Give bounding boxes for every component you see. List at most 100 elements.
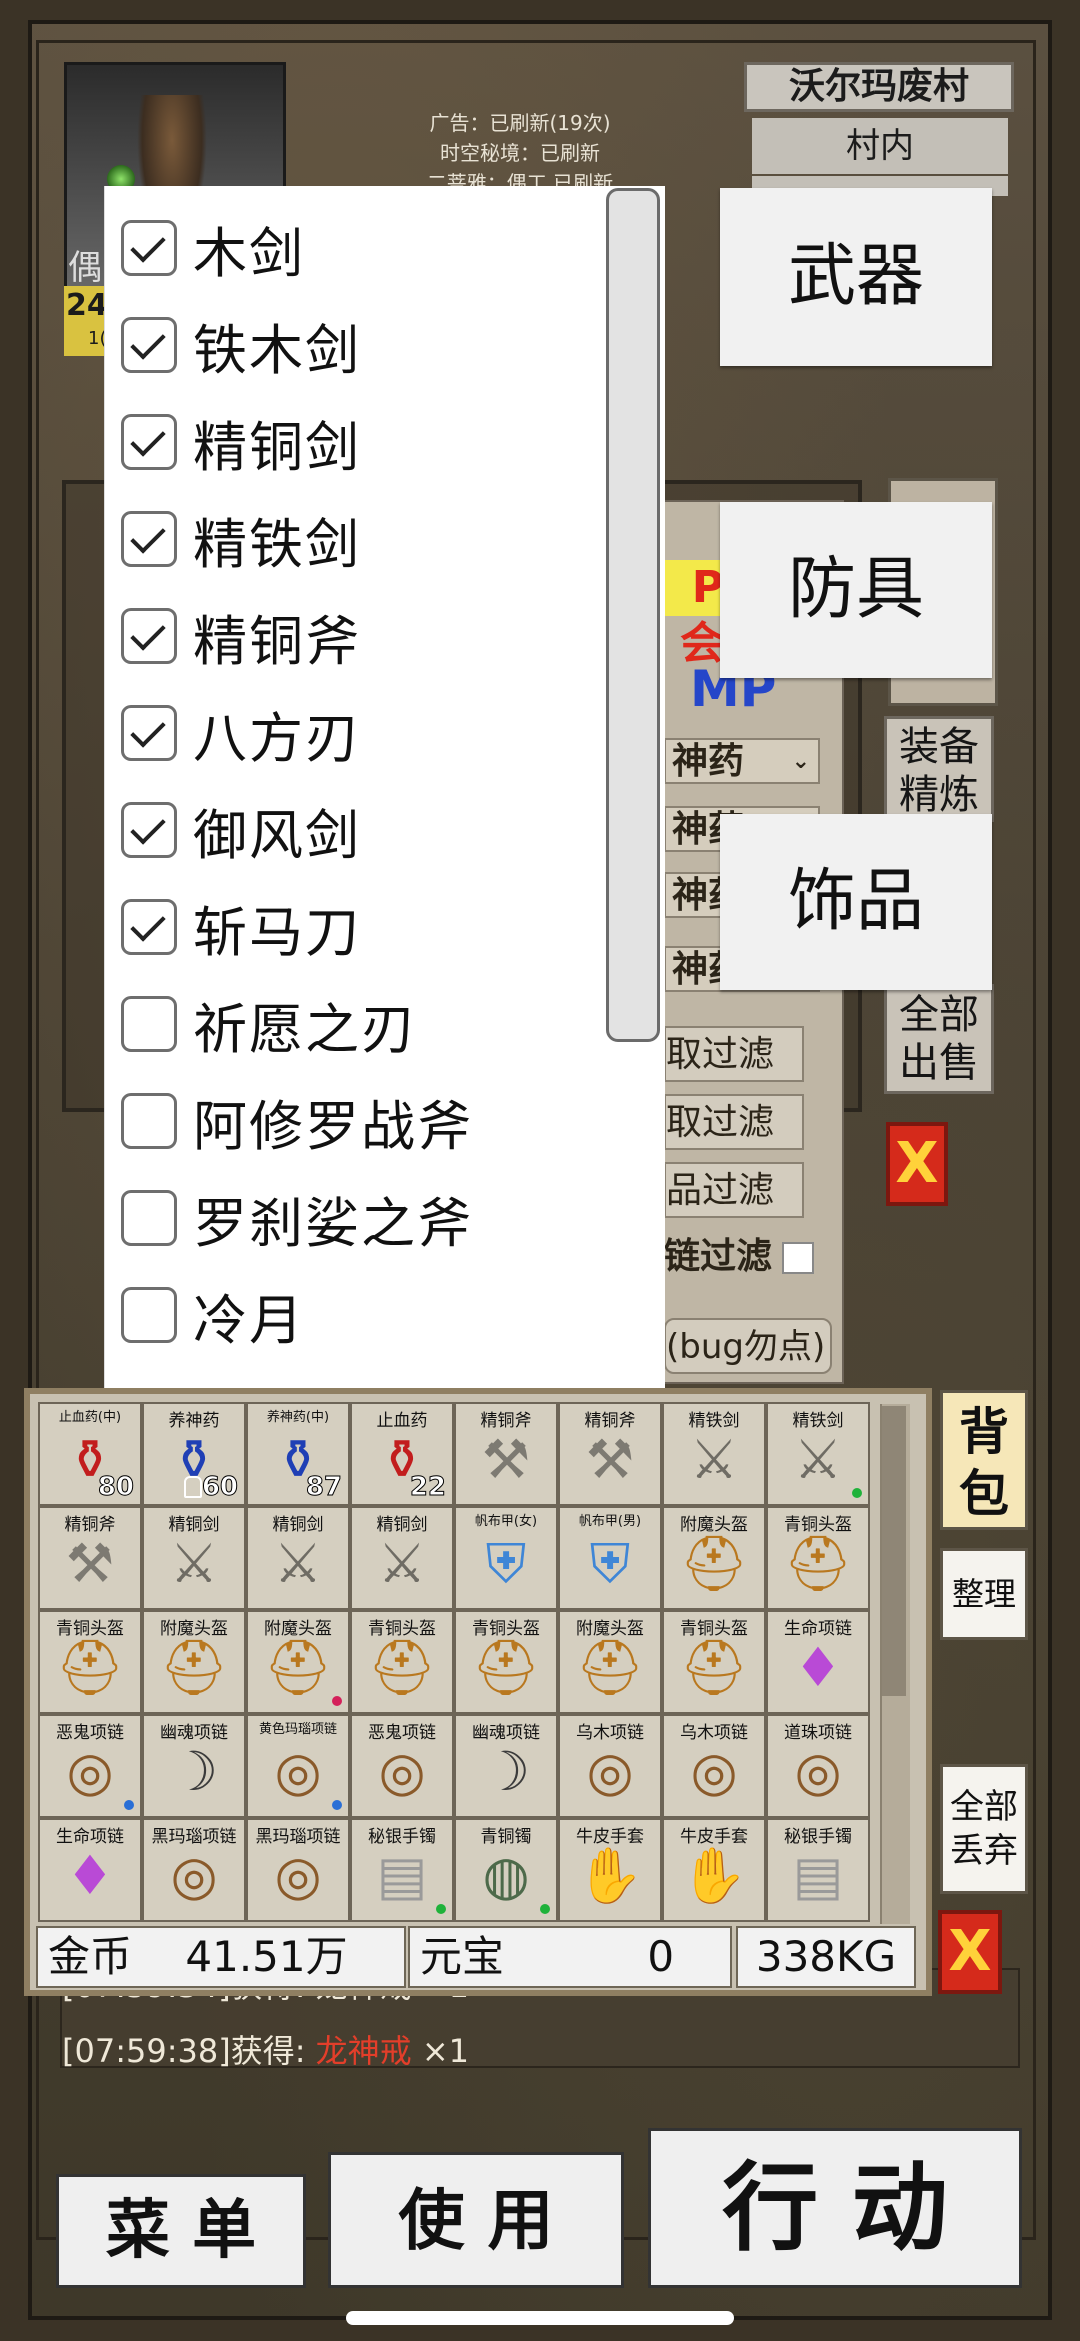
inventory-slot[interactable]: 青铜头盔 ⛑ (38, 1610, 142, 1714)
inventory-slot[interactable]: 精铜剑 ⚔ (246, 1506, 350, 1610)
inventory-slot[interactable]: 黑玛瑙项链 ◎ (246, 1818, 350, 1922)
category-accessory-button[interactable]: 饰品 (720, 814, 992, 990)
sublocation-button[interactable]: 村内 (752, 118, 1008, 174)
inventory-slot[interactable]: 附魔头盔 ⛑ (142, 1610, 246, 1714)
inventory-slot[interactable]: 恶鬼项链 ◎ (38, 1714, 142, 1818)
inventory-slot[interactable]: 养神药(中) ⚱ 87 (246, 1402, 350, 1506)
inventory-slot[interactable]: 生命项链 ♦ (38, 1818, 142, 1922)
sword-icon: ⚔ (273, 1532, 323, 1595)
inventory-slot[interactable]: 恶鬼项链 ◎ (350, 1714, 454, 1818)
inventory-slot[interactable]: 黄色玛瑙项链 ◎ (246, 1714, 350, 1818)
vip-banner[interactable]: P会 (664, 560, 724, 669)
inventory-slot[interactable]: 青铜镯 ◍ (454, 1818, 558, 1922)
filter-item[interactable]: 冷月 (121, 1283, 305, 1352)
inventory-slot[interactable]: 止血药(中) ⚱ 80 (38, 1402, 142, 1506)
inventory-slot[interactable]: 养神药 ⚱ 60 (142, 1402, 246, 1506)
filter-item[interactable]: 铁木剑 (121, 313, 361, 382)
inventory-slot[interactable]: 附魔头盔 ⛑ (558, 1610, 662, 1714)
necklace-filter-toggle[interactable]: 链过滤 (664, 1230, 824, 1286)
inventory-slot[interactable]: 附魔头盔 ⛑ (662, 1506, 766, 1610)
filter-item[interactable]: 八方刃 (121, 701, 361, 770)
checkbox[interactable] (121, 705, 177, 761)
inventory-slot[interactable]: 黑玛瑙项链 ◎ (142, 1818, 246, 1922)
inventory-slot[interactable]: 青铜头盔 ⛑ (454, 1610, 558, 1714)
inventory-slot[interactable]: 牛皮手套 ✋ (558, 1818, 662, 1922)
inventory-slot[interactable]: 精铜斧 ⚒ (558, 1402, 662, 1506)
inventory-slot[interactable]: 精铜斧 ⚒ (454, 1402, 558, 1506)
inventory-slot[interactable]: 青铜头盔 ⛑ (350, 1610, 454, 1714)
category-armor-button[interactable]: 防具 (720, 502, 992, 678)
filter-item[interactable]: 阿修罗战斧 (121, 1089, 473, 1158)
inventory-slot[interactable]: 附魔头盔 ⛑ (246, 1610, 350, 1714)
filter-item[interactable]: 御风剑 (121, 798, 361, 867)
refine-button[interactable]: 装备精炼 (884, 716, 994, 822)
menu-button[interactable]: 菜 单 (56, 2174, 306, 2288)
location-button[interactable]: 沃尔玛废村 (744, 62, 1014, 112)
inventory-slot[interactable]: 精铜剑 ⚔ (350, 1506, 454, 1610)
use-button[interactable]: 使 用 (328, 2152, 624, 2288)
checkbox[interactable] (121, 996, 177, 1052)
checkbox[interactable] (121, 608, 177, 664)
inventory-slot[interactable]: 精铜斧 ⚒ (38, 1506, 142, 1610)
close-icon[interactable]: X (886, 1122, 948, 1206)
checkbox[interactable] (121, 802, 177, 858)
sword-icon: ⚔ (793, 1428, 843, 1491)
potion-select[interactable]: 神药 ⌄ (664, 738, 820, 784)
filter-item-label: 精铜斧 (193, 609, 361, 673)
sell-all-button[interactable]: 全部出售 (884, 984, 994, 1094)
inventory-slot[interactable]: 精铁剑 ⚔ (766, 1402, 870, 1506)
checkbox[interactable] (121, 220, 177, 276)
inventory-slot[interactable]: 秘银手镯 ▤ (350, 1818, 454, 1922)
filter-item[interactable]: 木剑 (121, 216, 305, 285)
necklace-icon: ◎ (378, 1740, 426, 1803)
checkbox[interactable] (121, 1287, 177, 1343)
filter-item[interactable]: 斩马刀 (121, 895, 361, 964)
filter-item[interactable]: 精铁剑 (121, 507, 361, 576)
inventory-slot[interactable]: 帆布甲(女) ⛨ (454, 1506, 558, 1610)
inventory-slot[interactable]: 青铜头盔 ⛑ (662, 1610, 766, 1714)
bug-button[interactable]: (bug勿点) (664, 1318, 832, 1374)
bag-tab[interactable]: 背包 (940, 1390, 1028, 1530)
inventory-slot[interactable]: 幽魂项链 ☽ (454, 1714, 558, 1818)
necklace-filter-label: 链过滤 (664, 1236, 773, 1277)
filter-button[interactable]: 取过滤 (664, 1094, 804, 1150)
checkbox[interactable] (121, 899, 177, 955)
inventory-slot[interactable]: 秘银手镯 ▤ (766, 1818, 870, 1922)
filter-list[interactable]: 木剑 铁木剑 精铜剑 精铁剑 精铜斧 八方刃 御风剑 斩马刀 祈愿之刃 阿修罗战… (104, 186, 665, 1392)
inventory-slot[interactable]: 精铁剑 ⚔ (662, 1402, 766, 1506)
filter-item[interactable]: 精铜剑 (121, 410, 361, 479)
inventory-slot[interactable]: 精铜剑 ⚔ (142, 1506, 246, 1610)
filter-item-label: 阿修罗战斧 (193, 1094, 473, 1158)
filter-item[interactable]: 精铜斧 (121, 604, 361, 673)
filter-button[interactable]: 品过滤 (664, 1162, 804, 1218)
inventory-slot[interactable]: 道珠项链 ◎ (766, 1714, 870, 1818)
filter-item[interactable]: 罗刹娑之斧 (121, 1186, 473, 1255)
inventory-slot[interactable]: 生命项链 ♦ (766, 1610, 870, 1714)
helmet-icon: ⛑ (263, 1636, 333, 1699)
close-icon[interactable]: X (938, 1910, 1002, 1994)
checkbox[interactable] (121, 511, 177, 567)
checkbox[interactable] (121, 1190, 177, 1246)
inventory-slot[interactable]: 乌木项链 ◎ (558, 1714, 662, 1818)
inventory-slot[interactable]: 帆布甲(男) ⛨ (558, 1506, 662, 1610)
filter-button[interactable]: 取过滤 (664, 1026, 804, 1082)
checkbox[interactable] (121, 317, 177, 373)
inventory-scroll-thumb[interactable] (882, 1406, 906, 1696)
checkbox[interactable] (121, 414, 177, 470)
inventory-slot[interactable]: 乌木项链 ◎ (662, 1714, 766, 1818)
category-weapon-button[interactable]: 武器 (720, 188, 992, 366)
ingot-value: 0 (647, 1932, 675, 1981)
filter-scroll-thumb[interactable] (606, 188, 660, 1042)
filter-item[interactable]: 祈愿之刃 (121, 992, 417, 1061)
inventory-slot[interactable]: 止血药 ⚱ 22 (350, 1402, 454, 1506)
inventory-slot[interactable]: 幽魂项链 ☽ (142, 1714, 246, 1818)
checkbox[interactable] (121, 1093, 177, 1149)
filter-item-label: 御风剑 (193, 803, 361, 867)
discard-all-button[interactable]: 全部丢弃 (940, 1764, 1028, 1894)
action-button[interactable]: 行 动 (648, 2128, 1022, 2288)
necklace-filter-checkbox[interactable] (782, 1242, 815, 1274)
home-indicator[interactable] (346, 2311, 734, 2325)
inventory-slot[interactable]: 青铜头盔 ⛑ (766, 1506, 870, 1610)
inventory-slot[interactable]: 牛皮手套 ✋ (662, 1818, 766, 1922)
sort-button[interactable]: 整理 (940, 1548, 1028, 1640)
